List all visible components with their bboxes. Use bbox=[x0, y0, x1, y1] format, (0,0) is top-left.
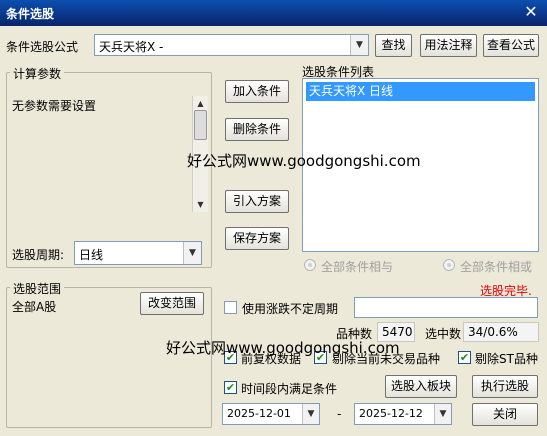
usage-button[interactable]: 用法注释 bbox=[420, 34, 477, 57]
period-select[interactable]: 日线 ▼ bbox=[74, 241, 202, 265]
view-formula-button-label: 查看公式 bbox=[486, 38, 535, 52]
chevron-down-icon[interactable]: ▼ bbox=[350, 35, 368, 55]
change-range-label: 改变范围 bbox=[147, 296, 196, 310]
arrow-up-icon[interactable]: ▲ bbox=[193, 96, 208, 111]
selected-count-label: 选中数 bbox=[425, 327, 462, 341]
close-button[interactable]: 关闭 bbox=[472, 403, 538, 426]
to-block-label: 选股入板块 bbox=[390, 379, 451, 393]
date-from-picker[interactable]: 2025-12-01 ▼ bbox=[222, 403, 320, 425]
usage-button-label: 用法注释 bbox=[424, 38, 473, 52]
arrow-down-icon[interactable]: ▼ bbox=[193, 197, 208, 212]
delete-condition-button[interactable]: 删除条件 bbox=[225, 118, 289, 141]
view-formula-button[interactable]: 查看公式 bbox=[483, 34, 539, 57]
date-separator: - bbox=[337, 407, 342, 421]
add-condition-label: 加入条件 bbox=[232, 84, 281, 98]
find-button-label: 查找 bbox=[381, 38, 406, 52]
irregular-period-input[interactable] bbox=[354, 297, 538, 318]
import-scheme-label: 引入方案 bbox=[232, 194, 281, 208]
radio-or[interactable] bbox=[443, 259, 455, 271]
params-message: 无参数需要设置 bbox=[12, 99, 97, 113]
add-condition-button[interactable]: 加入条件 bbox=[225, 80, 289, 103]
period-select-value: 日线 bbox=[79, 248, 104, 262]
chevron-down-icon[interactable]: ▼ bbox=[302, 404, 319, 424]
date-to-picker[interactable]: 2025-12-12 ▼ bbox=[354, 403, 452, 425]
save-scheme-button[interactable]: 保存方案 bbox=[225, 227, 289, 250]
execute-label: 执行选股 bbox=[480, 379, 529, 393]
watermark-text: 好公式网www.goodgongshi.com bbox=[187, 152, 421, 170]
close-button-label: 关闭 bbox=[492, 407, 517, 421]
import-scheme-button[interactable]: 引入方案 bbox=[225, 190, 289, 213]
close-icon[interactable]: ✕ bbox=[521, 3, 541, 22]
formula-select-value: 天兵天将X - bbox=[99, 40, 164, 54]
range-group-title: 选股范围 bbox=[10, 280, 65, 297]
window-title: 条件选股 bbox=[6, 7, 55, 21]
chevron-down-icon[interactable]: ▼ bbox=[434, 404, 451, 424]
params-group-title: 计算参数 bbox=[10, 65, 65, 82]
irregular-period-checkbox[interactable]: ✔ bbox=[224, 301, 237, 314]
time-range-label: 时间段内满足条件 bbox=[241, 382, 338, 396]
watermark-text: 好公式网www.goodgongshi.com bbox=[166, 339, 400, 357]
radio-and-label: 全部条件相与 bbox=[321, 260, 394, 274]
find-button[interactable]: 查找 bbox=[375, 34, 412, 57]
irregular-period-label: 使用涨跌不定周期 bbox=[242, 302, 339, 316]
save-scheme-label: 保存方案 bbox=[232, 231, 281, 245]
radio-and[interactable] bbox=[304, 259, 316, 271]
scroll-thumb[interactable] bbox=[194, 110, 207, 140]
selected-count-value: 34/0.6% bbox=[463, 322, 539, 342]
list-item[interactable]: 天兵天将X 日线 bbox=[306, 82, 535, 101]
to-block-button[interactable]: 选股入板块 bbox=[385, 375, 457, 398]
delete-condition-label: 删除条件 bbox=[232, 122, 281, 136]
radio-or-label: 全部条件相或 bbox=[460, 260, 533, 274]
range-value: 全部A股 bbox=[12, 300, 57, 314]
exclude-st-label: 剔除ST品种 bbox=[475, 352, 538, 366]
formula-select[interactable]: 天兵天将X - ▼ bbox=[94, 34, 369, 56]
title-bar: 条件选股 ✕ bbox=[0, 0, 547, 26]
time-range-checkbox[interactable]: ✔ bbox=[224, 381, 237, 394]
date-to-value: 2025-12-12 bbox=[359, 407, 423, 420]
period-label: 选股周期: bbox=[12, 248, 65, 262]
chevron-down-icon[interactable]: ▼ bbox=[183, 242, 201, 264]
change-range-button[interactable]: 改变范围 bbox=[140, 292, 204, 315]
execute-button[interactable]: 执行选股 bbox=[472, 375, 538, 398]
formula-label: 条件选股公式 bbox=[6, 40, 79, 54]
date-from-value: 2025-12-01 bbox=[227, 407, 291, 420]
exclude-st-checkbox[interactable]: ✔ bbox=[458, 351, 471, 364]
